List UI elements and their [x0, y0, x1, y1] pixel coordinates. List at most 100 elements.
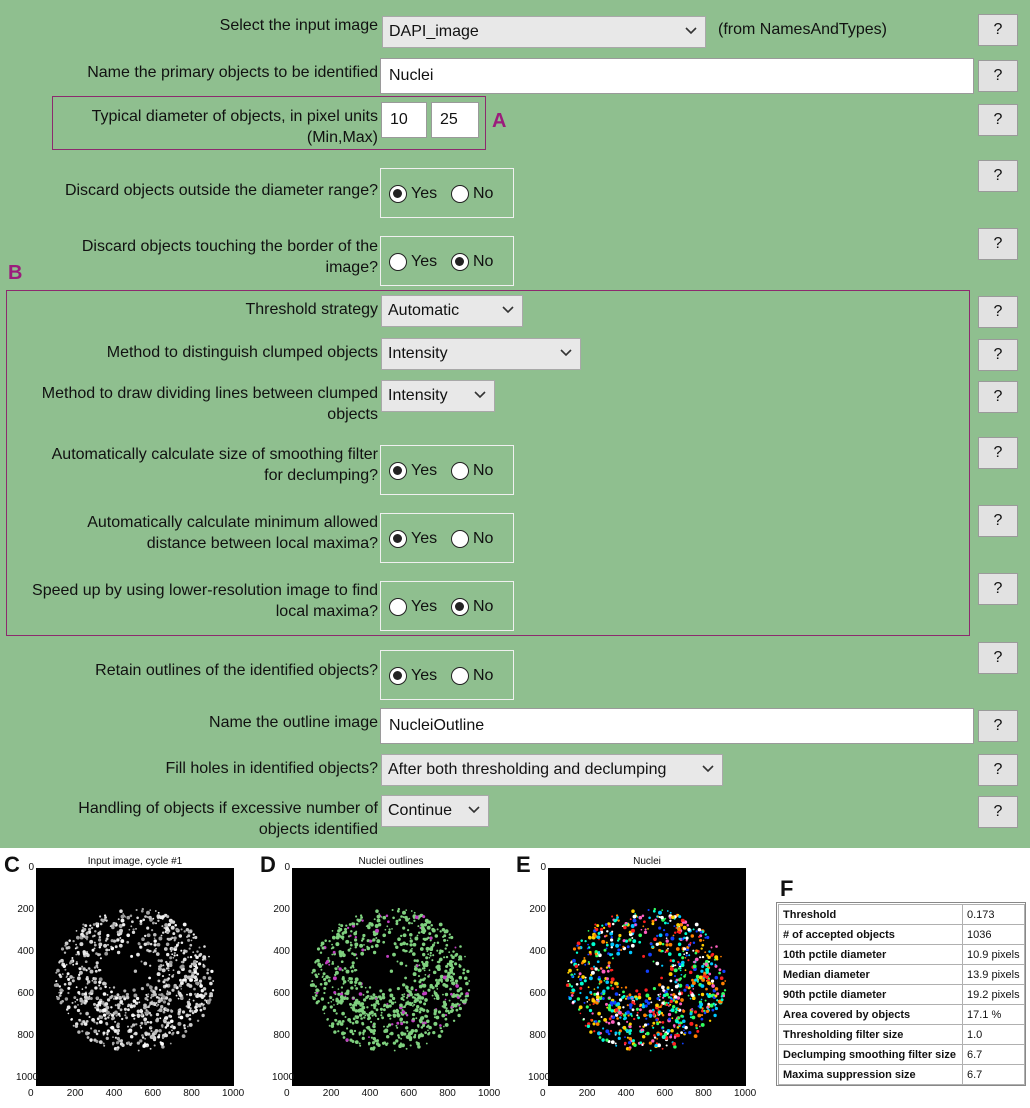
help-button-diameter[interactable]: ?	[978, 104, 1018, 136]
nucleus-mark	[335, 1012, 338, 1015]
nucleus-mark	[189, 964, 193, 968]
nucleus-mark	[345, 939, 350, 944]
nucleus-mark	[149, 909, 152, 911]
nucleus-mark	[172, 956, 175, 959]
discard-border-no[interactable]: No	[451, 251, 493, 273]
nucleus-mark	[60, 958, 64, 963]
y-tick-label: 0	[28, 862, 34, 873]
nucleus-mark	[389, 1017, 392, 1020]
primary-objects-input[interactable]: Nuclei	[380, 58, 974, 94]
help-button-lower-res[interactable]: ?	[978, 573, 1018, 605]
help-button-smoothing-filter[interactable]: ?	[978, 437, 1018, 469]
help-button-clump-method[interactable]: ?	[978, 339, 1018, 371]
help-button-min-distance[interactable]: ?	[978, 505, 1018, 537]
fill-holes-select[interactable]: After both thresholding and declumping	[381, 754, 723, 786]
nucleus-mark	[707, 977, 710, 980]
nucleus-mark	[169, 921, 173, 924]
nucleus-mark	[428, 1031, 431, 1035]
nucleus-mark	[137, 1049, 140, 1052]
nucleus-mark	[177, 997, 180, 1000]
nucleus-mark	[700, 992, 705, 997]
nucleus-mark	[95, 1032, 99, 1036]
retain-outlines-no[interactable]: No	[451, 665, 493, 687]
nucleus-mark	[58, 991, 61, 994]
nucleus-mark	[684, 932, 688, 936]
diameter-max-input[interactable]: 25	[431, 102, 479, 138]
discard-outside-yes[interactable]: Yes	[389, 183, 437, 205]
nucleus-mark	[431, 959, 434, 962]
nucleus-mark	[677, 1016, 681, 1020]
nucleus-mark	[372, 993, 376, 997]
nucleus-mark	[720, 995, 724, 998]
nucleus-mark	[179, 978, 182, 982]
x-tick-label: 600	[400, 1088, 418, 1099]
nucleus-mark	[368, 997, 372, 1000]
nucleus-mark	[83, 927, 87, 932]
nucleus-mark	[167, 1002, 171, 1006]
nucleus-mark	[413, 1009, 415, 1012]
nucleus-mark	[572, 947, 577, 951]
nucleus-mark	[152, 951, 155, 953]
help-button-input-image[interactable]: ?	[978, 14, 1018, 46]
discard-border-yes[interactable]: Yes	[389, 251, 437, 273]
stats-value: 1.0	[962, 1024, 1025, 1045]
input-image-select[interactable]: DAPI_image	[382, 16, 706, 48]
nucleus-mark	[355, 957, 358, 960]
nucleus-mark	[444, 992, 449, 997]
stats-key: Maxima suppression size	[778, 1064, 963, 1085]
nucleus-mark	[672, 1005, 676, 1009]
clump-method-select[interactable]: Intensity	[381, 338, 581, 370]
nucleus-mark	[194, 1007, 197, 1010]
help-button-fill-holes[interactable]: ?	[978, 754, 1018, 786]
excessive-label: Handling of objects if excessive number …	[78, 800, 378, 817]
discard-outside-no[interactable]: No	[451, 183, 493, 205]
nucleus-mark	[73, 1005, 77, 1009]
nucleus-mark	[720, 998, 724, 1002]
threshold-strategy-select[interactable]: Automatic	[381, 295, 523, 327]
nucleus-mark	[597, 969, 600, 972]
nucleus-mark	[654, 918, 658, 922]
nucleus-mark	[583, 1001, 586, 1004]
help-button-dividing-lines[interactable]: ?	[978, 381, 1018, 413]
nucleus-mark	[59, 975, 62, 978]
nucleus-mark	[358, 1013, 363, 1017]
help-button-excessive[interactable]: ?	[978, 796, 1018, 828]
excessive-select[interactable]: Continue	[381, 795, 489, 827]
nucleus-mark	[364, 1014, 367, 1017]
help-button-outline-name[interactable]: ?	[978, 710, 1018, 742]
nucleus-mark	[687, 944, 691, 947]
nucleus-mark	[458, 955, 463, 960]
outline-name-input[interactable]: NucleiOutline	[380, 708, 974, 744]
nucleus-mark	[424, 1031, 427, 1034]
dividing-lines-select[interactable]: Intensity	[381, 380, 495, 412]
smoothing-filter-yes[interactable]: Yes	[389, 460, 437, 482]
min-distance-yes[interactable]: Yes	[389, 528, 437, 550]
nucleus-mark	[565, 983, 570, 987]
lower-res-no[interactable]: No	[451, 596, 493, 618]
nucleus-mark	[330, 1024, 335, 1028]
help-button-primary-objects[interactable]: ?	[978, 60, 1018, 92]
smoothing-filter-no[interactable]: No	[451, 460, 493, 482]
nucleus-mark	[144, 934, 147, 938]
nucleus-mark	[584, 963, 587, 966]
help-button-discard-outside[interactable]: ?	[978, 160, 1018, 192]
nucleus-mark	[675, 947, 680, 951]
min-distance-no[interactable]: No	[451, 528, 493, 550]
nucleus-mark	[333, 991, 337, 994]
nucleus-mark	[354, 942, 359, 947]
nucleus-mark	[397, 907, 400, 911]
retain-outlines-yes[interactable]: Yes	[389, 665, 437, 687]
nucleus-mark	[339, 995, 344, 999]
help-button-retain-outlines[interactable]: ?	[978, 642, 1018, 674]
help-button-threshold-strategy[interactable]: ?	[978, 296, 1018, 328]
nucleus-mark	[105, 919, 108, 922]
nucleus-mark	[103, 1044, 106, 1047]
nucleus-mark	[103, 943, 108, 948]
nucleus-mark	[672, 1042, 676, 1046]
nucleus-mark	[643, 1013, 647, 1018]
diameter-min-input[interactable]: 10	[381, 102, 427, 138]
help-button-discard-border[interactable]: ?	[978, 228, 1018, 260]
nucleus-mark	[126, 940, 130, 944]
nucleus-mark	[708, 992, 711, 995]
lower-res-yes[interactable]: Yes	[389, 596, 437, 618]
